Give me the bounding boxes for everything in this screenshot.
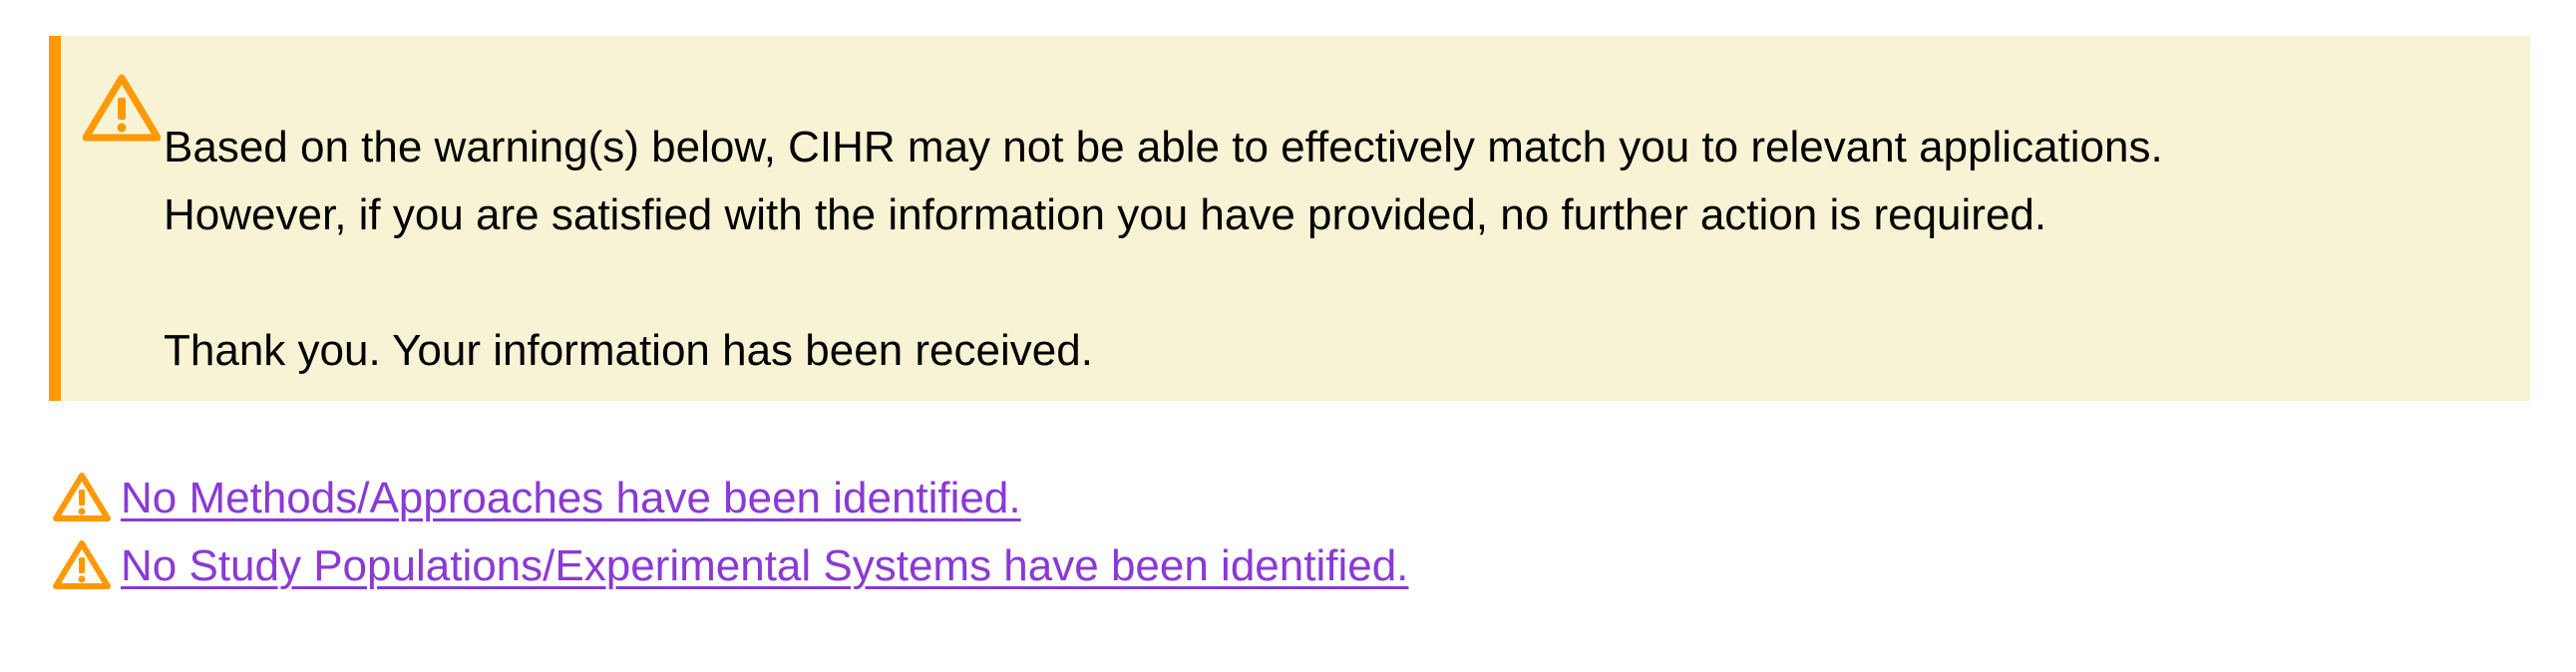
no-study-populations-link[interactable]: No Study Populations/Experimental System… bbox=[121, 536, 1408, 596]
warning-triangle-icon bbox=[83, 74, 161, 142]
alert-message-line: However, if you are satisfied with the i… bbox=[164, 190, 2047, 239]
page: Based on the warning(s) below, CIHR may … bbox=[0, 0, 2576, 672]
warning-triangle-icon bbox=[53, 473, 111, 521]
warning-triangle-icon bbox=[53, 540, 111, 589]
alert-confirmation-line: Thank you. Your information has been rec… bbox=[164, 326, 1093, 375]
no-methods-approaches-link[interactable]: No Methods/Approaches have been identifi… bbox=[121, 469, 1021, 528]
warning-alert-box: Based on the warning(s) below, CIHR may … bbox=[49, 36, 2530, 401]
alert-message-line: Based on the warning(s) below, CIHR may … bbox=[164, 123, 2163, 171]
